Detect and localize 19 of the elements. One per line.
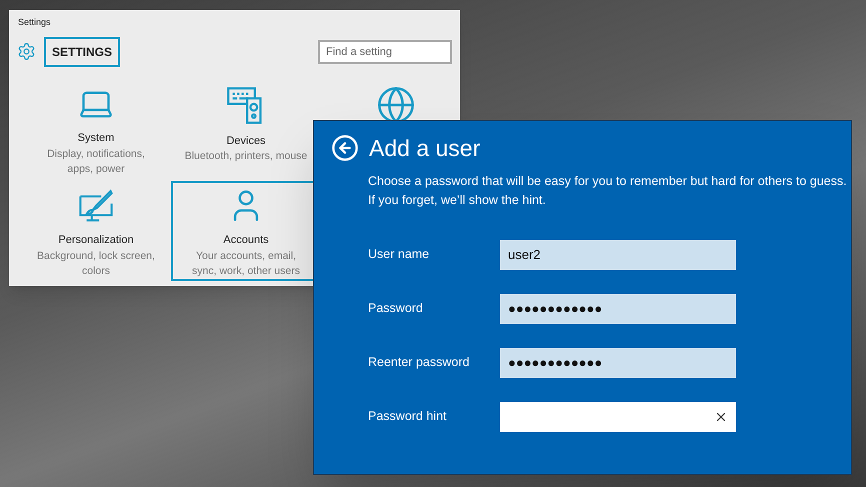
tile-description: Bluetooth, printers, mouse bbox=[184, 149, 308, 164]
window-title: Settings bbox=[17, 16, 52, 29]
field-label: Password hint bbox=[368, 408, 448, 426]
field-label: Password bbox=[368, 300, 424, 318]
tile-title: Personalization bbox=[58, 233, 134, 248]
tile-title: System bbox=[78, 131, 114, 146]
field-value: user2 bbox=[508, 246, 542, 264]
settings-heading: SETTINGS bbox=[44, 36, 120, 66]
field-value: ●●●●●●●●●●●● bbox=[508, 300, 604, 318]
tile-title: Accounts bbox=[223, 233, 269, 248]
field-label: User name bbox=[368, 246, 430, 264]
tile-title: Devices bbox=[226, 134, 266, 148]
tile-description: Your accounts, email, sync, work, other users bbox=[191, 248, 301, 278]
field-value: ●●●●●●●●●●●● bbox=[508, 354, 604, 372]
dialog-title: Add a user bbox=[369, 134, 480, 163]
field-label: Reenter password bbox=[368, 354, 470, 372]
tile-description: Background, lock screen, colors bbox=[36, 248, 156, 278]
tile-description: Display, notifications, apps, power bbox=[46, 146, 146, 176]
dialog-description: Choose a password that will be easy for you to remember but hard for others to guess. If you forget, we’ll show the hint. bbox=[368, 172, 848, 209]
